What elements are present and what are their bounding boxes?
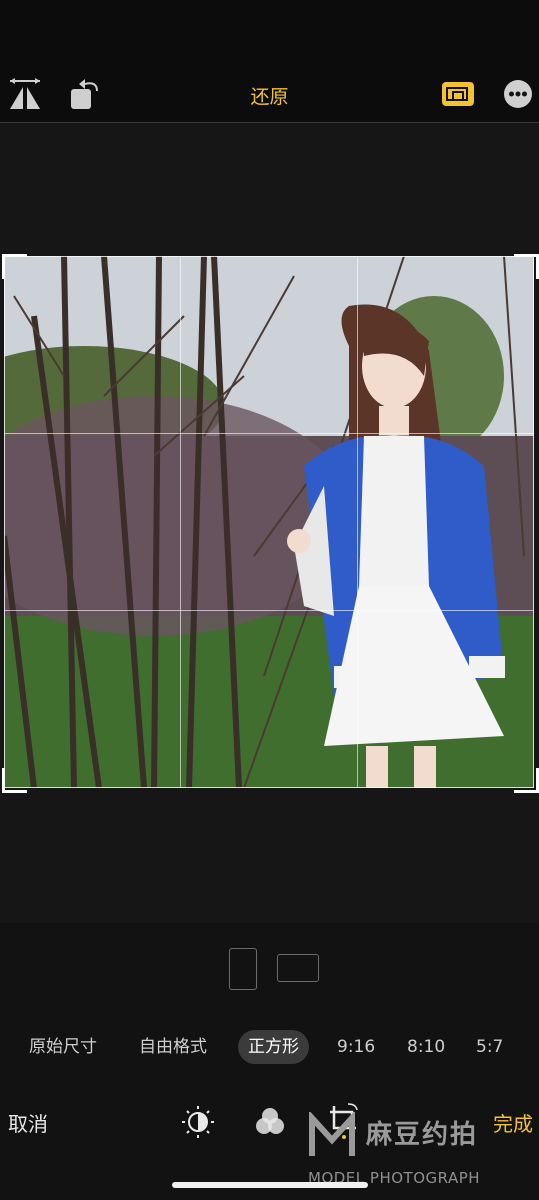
aspect-presets: 原始尺寸 自由格式 正方形 9:16 8:10 5:7	[0, 1030, 539, 1064]
home-indicator	[172, 1182, 368, 1188]
aspect-ratio-icon[interactable]	[441, 80, 475, 108]
crop-handle-top-left[interactable]	[2, 254, 27, 279]
preset-9-16[interactable]: 9:16	[337, 1030, 375, 1064]
orientation-toggle	[0, 946, 539, 990]
watermark-title: 麻豆约拍	[366, 1120, 479, 1150]
crop-handle-bottom-right[interactable]	[514, 768, 539, 793]
watermark-logo-icon	[309, 1112, 355, 1156]
cancel-button[interactable]: 取消	[8, 1108, 48, 1137]
preset-original[interactable]: 原始尺寸	[29, 1030, 97, 1064]
portrait-icon[interactable]	[229, 948, 257, 990]
preset-8-10[interactable]: 8:10	[407, 1030, 445, 1064]
done-button[interactable]: 完成	[493, 1108, 533, 1137]
landscape-icon[interactable]	[277, 954, 319, 982]
preset-5-7[interactable]: 5:7	[476, 1030, 503, 1064]
preset-freeform[interactable]: 自由格式	[139, 1030, 207, 1064]
crop-frame[interactable]	[4, 256, 534, 788]
top-toolbar: 还原	[0, 0, 539, 123]
more-icon[interactable]	[502, 78, 534, 110]
preset-square[interactable]: 正方形	[238, 1030, 309, 1064]
adjust-icon[interactable]	[180, 1104, 216, 1140]
photo-preview[interactable]	[4, 256, 534, 788]
crop-handle-bottom-left[interactable]	[2, 768, 27, 793]
filters-icon[interactable]	[252, 1104, 288, 1140]
crop-handle-top-right[interactable]	[514, 254, 539, 279]
